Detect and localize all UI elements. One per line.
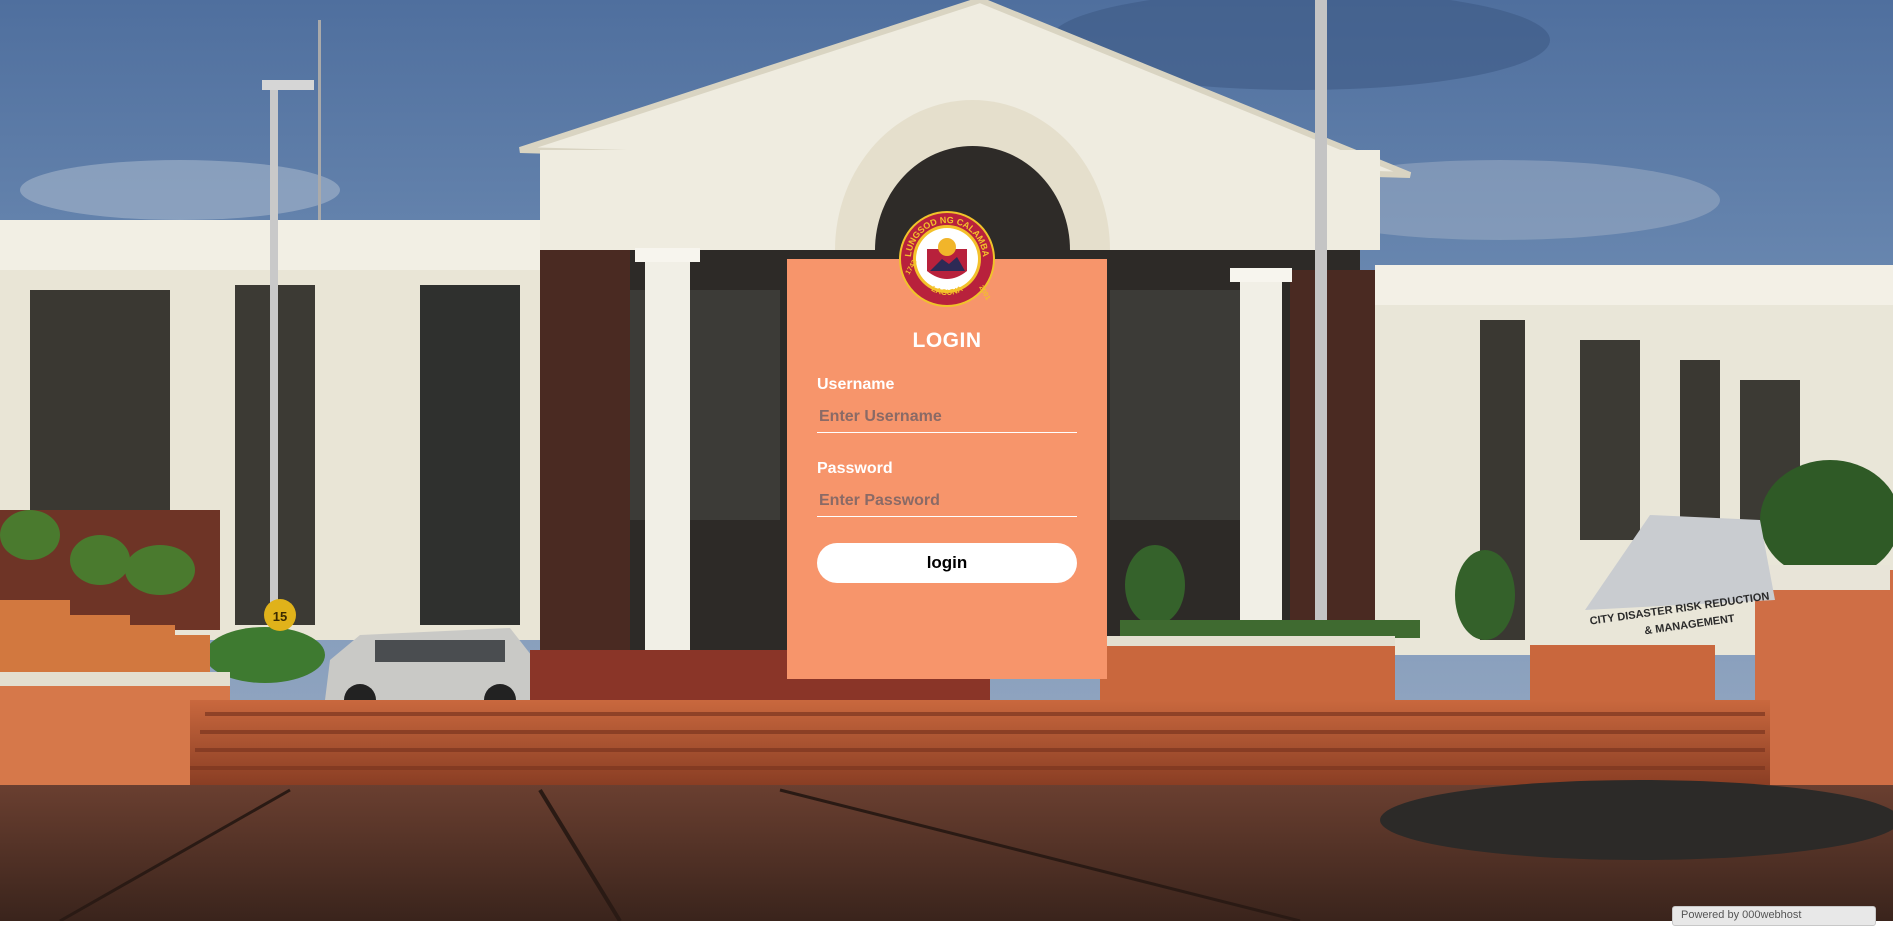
sign-number: 15 bbox=[273, 609, 287, 624]
login-card: LUNGSOD NG CALAMBA LAGUNA 1742 2001 LOGI… bbox=[787, 211, 1107, 679]
password-input[interactable] bbox=[817, 485, 1077, 517]
username-input[interactable] bbox=[817, 401, 1077, 433]
password-label: Password bbox=[817, 460, 893, 477]
login-button[interactable]: login bbox=[817, 543, 1077, 583]
login-title: LOGIN bbox=[912, 329, 982, 352]
hosting-badge[interactable]: Powered by 000webhost bbox=[1672, 906, 1876, 926]
username-label: Username bbox=[817, 376, 895, 393]
city-seal-logo: LUNGSOD NG CALAMBA LAGUNA 1742 2001 bbox=[897, 209, 997, 309]
